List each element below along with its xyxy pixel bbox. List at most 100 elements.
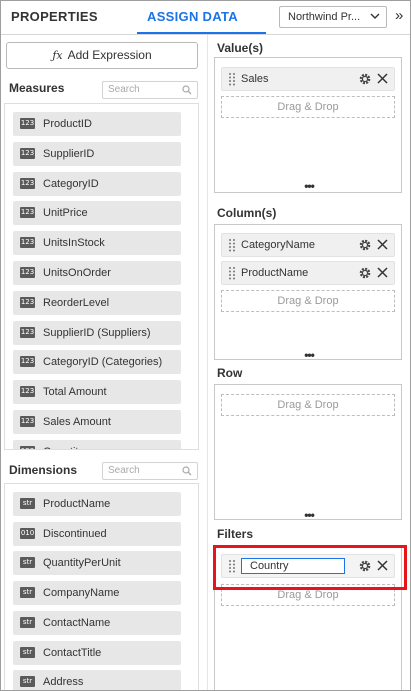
boolean-type-icon: 010 bbox=[20, 527, 35, 539]
more-icon[interactable]: ••• bbox=[301, 509, 317, 521]
dimension-field[interactable]: 010 Discontinued bbox=[13, 521, 181, 546]
pill-label: ProductName bbox=[241, 267, 309, 279]
datasource-dropdown[interactable]: Northwind Pr... bbox=[279, 6, 387, 28]
row-zone[interactable]: Drag & Drop ••• bbox=[214, 384, 402, 521]
field-label: ContactTitle bbox=[43, 646, 102, 659]
measures-title: Measures bbox=[9, 81, 65, 95]
values-pill-sales[interactable]: Sales bbox=[221, 67, 395, 91]
dimensions-search-placeholder: Search bbox=[108, 465, 140, 476]
filters-zone-title: Filters bbox=[217, 527, 254, 541]
columns-zone-title: Column(s) bbox=[217, 206, 277, 220]
field-label: SupplierID (Suppliers) bbox=[43, 326, 151, 339]
field-label: Address bbox=[43, 676, 84, 689]
string-type-icon: str bbox=[20, 616, 35, 628]
active-tab-indicator bbox=[137, 32, 266, 34]
string-type-icon: str bbox=[20, 646, 35, 658]
measure-field[interactable]: 123 SupplierID bbox=[13, 141, 181, 166]
gear-icon[interactable] bbox=[358, 266, 372, 280]
columns-pill-categoryname[interactable]: CategoryName bbox=[221, 233, 395, 257]
number-type-icon: 123 bbox=[20, 147, 35, 159]
number-type-icon: 123 bbox=[20, 118, 35, 129]
chevron-down-icon bbox=[370, 13, 380, 19]
values-drop-target[interactable]: Drag & Drop bbox=[221, 96, 395, 118]
measure-field[interactable]: 123 CategoryID (Categories) bbox=[13, 350, 181, 375]
more-icon[interactable]: ••• bbox=[301, 180, 317, 192]
columns-zone[interactable]: CategoryName ProductName Drag & Drop ••• bbox=[214, 224, 402, 361]
field-label: SupplierID bbox=[43, 147, 95, 160]
function-icon: ƒx bbox=[52, 49, 63, 62]
string-type-icon: str bbox=[20, 498, 35, 509]
filter-highlight-box bbox=[213, 545, 407, 590]
measure-field[interactable]: 123 SupplierID (Suppliers) bbox=[13, 320, 181, 345]
search-icon bbox=[182, 85, 192, 95]
dimensions-list[interactable]: str ProductName 010 Discontinued str Quantity… bbox=[4, 483, 199, 690]
dimension-field[interactable]: str ContactName bbox=[13, 610, 181, 635]
add-expression-button[interactable]: ƒx Add Expression bbox=[6, 42, 198, 69]
pill-label: CategoryName bbox=[241, 239, 315, 251]
field-label: ReorderLevel bbox=[43, 296, 110, 309]
number-type-icon: 123 bbox=[20, 207, 35, 219]
columns-pill-productname[interactable]: ProductName bbox=[221, 261, 395, 285]
collapse-panel-icon[interactable]: » bbox=[395, 7, 403, 25]
gear-icon[interactable] bbox=[358, 72, 372, 86]
measure-field[interactable]: 123 Quantity bbox=[13, 439, 181, 449]
number-type-icon: 123 bbox=[20, 177, 35, 189]
measure-field[interactable]: 123 ProductID bbox=[13, 112, 181, 136]
field-label: ProductID bbox=[43, 118, 92, 130]
string-type-icon: str bbox=[20, 676, 35, 688]
drag-handle-icon[interactable] bbox=[228, 72, 236, 86]
number-type-icon: 123 bbox=[20, 356, 35, 368]
measure-field[interactable]: 123 CategoryID bbox=[13, 171, 181, 196]
gear-icon[interactable] bbox=[358, 238, 372, 252]
field-label: CategoryID bbox=[43, 177, 99, 190]
measure-field[interactable]: 123 ReorderLevel bbox=[13, 290, 181, 315]
close-icon[interactable] bbox=[376, 266, 389, 279]
field-label: UnitsInStock bbox=[43, 237, 105, 250]
measure-field[interactable]: 123 UnitPrice bbox=[13, 201, 181, 226]
datasource-value: Northwind Pr... bbox=[288, 11, 361, 23]
measure-field[interactable]: 123 Total Amount bbox=[13, 380, 181, 405]
measure-field[interactable]: 123 UnitsInStock bbox=[13, 231, 181, 256]
field-label: QuantityPerUnit bbox=[43, 557, 121, 570]
field-label: CompanyName bbox=[43, 587, 120, 600]
field-label: ContactName bbox=[43, 616, 111, 629]
values-zone-title: Value(s) bbox=[217, 41, 264, 55]
field-label: CategoryID (Categories) bbox=[43, 356, 163, 369]
measure-field[interactable]: 123 UnitsOnOrder bbox=[13, 261, 181, 285]
assign-data-panel: PROPERTIES ASSIGN DATA Northwind Pr... »… bbox=[0, 0, 411, 691]
more-icon[interactable]: ••• bbox=[301, 349, 317, 361]
string-type-icon: str bbox=[20, 587, 35, 599]
measures-search-input[interactable]: Search bbox=[102, 81, 198, 99]
dimension-field[interactable]: str ProductName bbox=[13, 492, 181, 516]
measure-field[interactable]: 123 Sales Amount bbox=[13, 410, 181, 434]
number-type-icon: 123 bbox=[20, 445, 35, 449]
field-label: Total Amount bbox=[43, 386, 107, 399]
drag-handle-icon[interactable] bbox=[228, 238, 236, 252]
number-type-icon: 123 bbox=[20, 237, 35, 249]
panel-tab-bar: PROPERTIES ASSIGN DATA Northwind Pr... » bbox=[1, 1, 410, 35]
measures-list[interactable]: 123 ProductID 123 SupplierID 123 CategoryID 12… bbox=[4, 103, 199, 450]
add-expression-label: Add Expression bbox=[67, 48, 152, 62]
drag-handle-icon[interactable] bbox=[228, 266, 236, 280]
field-label: Sales Amount bbox=[43, 416, 111, 428]
tab-assign-data[interactable]: ASSIGN DATA bbox=[147, 1, 238, 34]
number-type-icon: 123 bbox=[20, 267, 35, 278]
dimension-field[interactable]: str Address bbox=[13, 670, 181, 690]
dimension-field[interactable]: str CompanyName bbox=[13, 581, 181, 606]
close-icon[interactable] bbox=[376, 72, 389, 85]
string-type-icon: str bbox=[20, 557, 35, 569]
close-icon[interactable] bbox=[376, 238, 389, 251]
columns-drop-target[interactable]: Drag & Drop bbox=[221, 290, 395, 312]
pill-label: Sales bbox=[241, 73, 269, 85]
field-list-pane: ƒx Add Expression Measures Search 123 Prod… bbox=[1, 35, 207, 690]
dimensions-search-input[interactable]: Search bbox=[102, 462, 198, 480]
dimension-field[interactable]: str QuantityPerUnit bbox=[13, 551, 181, 576]
row-drop-target[interactable]: Drag & Drop bbox=[221, 394, 395, 416]
search-icon bbox=[182, 466, 192, 476]
field-label: UnitsOnOrder bbox=[43, 267, 111, 279]
values-zone[interactable]: Sales Drag & Drop ••• bbox=[214, 57, 402, 193]
field-label: Discontinued bbox=[43, 527, 107, 540]
dimension-field[interactable]: str ContactTitle bbox=[13, 640, 181, 665]
tab-properties[interactable]: PROPERTIES bbox=[11, 1, 98, 34]
field-label: UnitPrice bbox=[43, 207, 88, 220]
